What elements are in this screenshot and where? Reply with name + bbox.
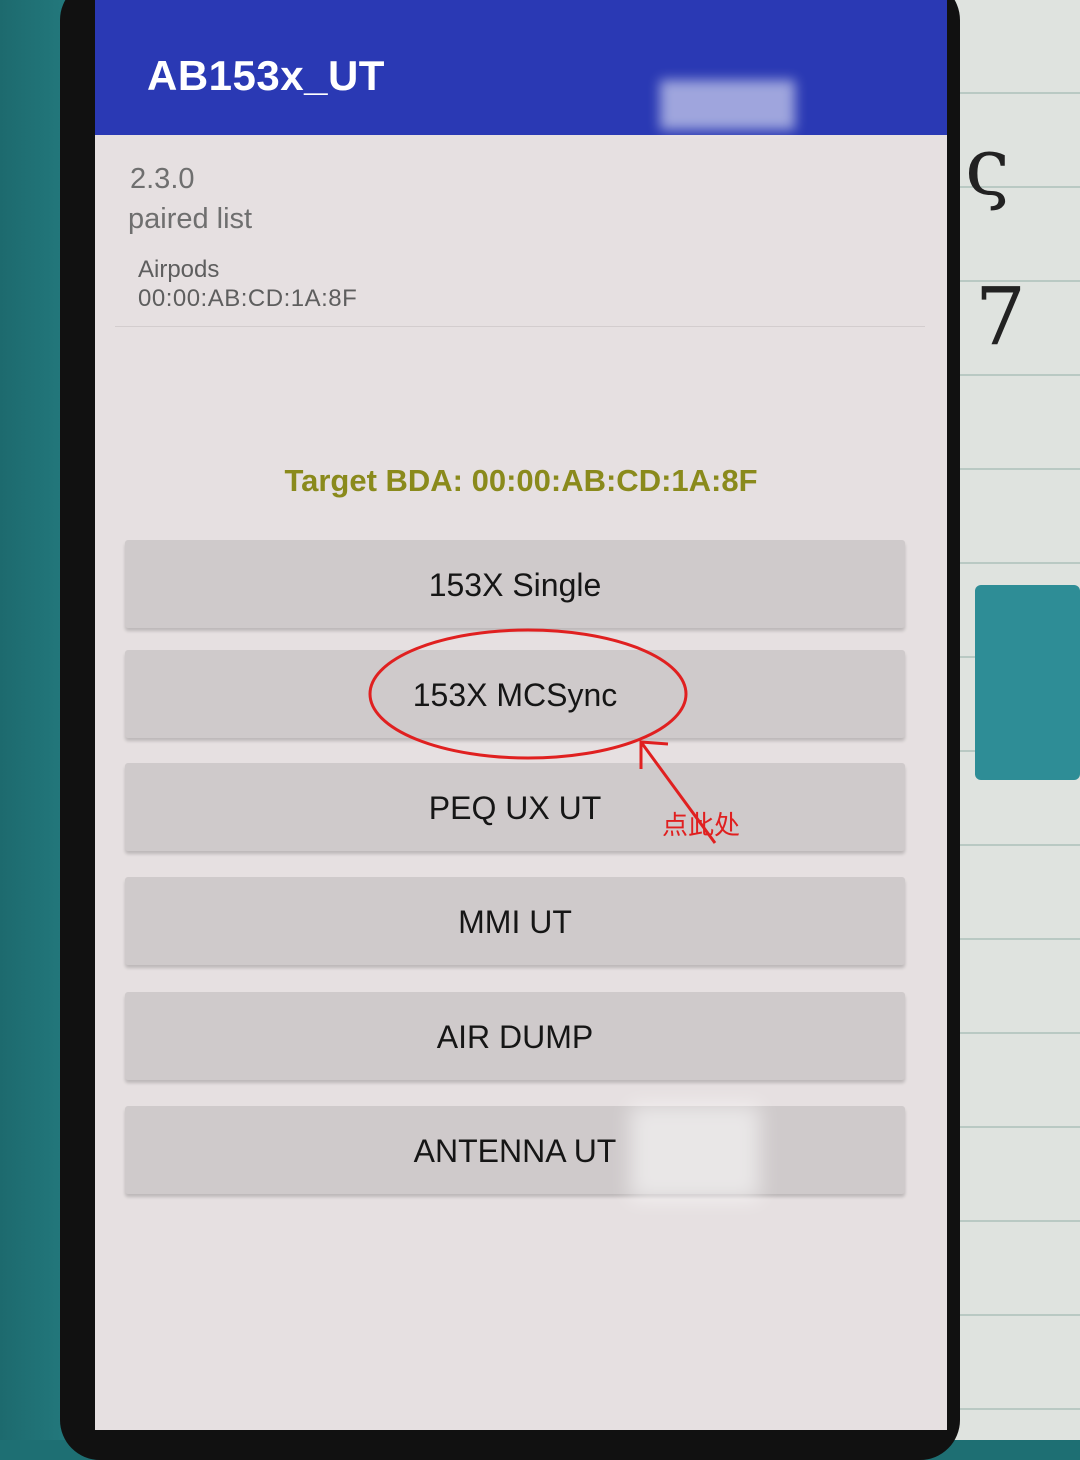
single-button[interactable]: 153X Single <box>125 540 905 628</box>
paired-device-name[interactable]: Airpods <box>138 256 219 284</box>
phone-screen: AB153x_UT 2.3.0 paired list Airpods 00:0… <box>95 0 947 1430</box>
app-version: 2.3.0 <box>130 163 195 195</box>
handwriting-mark: 7 <box>975 270 1026 363</box>
air-dump-button[interactable]: AIR DUMP <box>125 992 905 1080</box>
annotation-label: 点此处 <box>662 811 741 841</box>
screen-glare <box>630 1105 760 1200</box>
cloth <box>975 585 1080 780</box>
app-title: AB153x_UT <box>147 52 385 99</box>
antenna-ut-button[interactable]: ANTENNA UT <box>125 1106 905 1194</box>
app-bar: AB153x_UT <box>95 0 947 135</box>
peq-ux-ut-button[interactable]: PEQ UX UT <box>125 763 905 851</box>
paired-device-address[interactable]: 00:00:AB:CD:1A:8F <box>138 285 357 313</box>
mmi-ut-button[interactable]: MMI UT <box>125 877 905 965</box>
screen-glare <box>660 80 795 130</box>
divider <box>115 326 925 327</box>
handwriting-mark: ς <box>965 120 1010 213</box>
target-bda-label: Target BDA: 00:00:AB:CD:1A:8F <box>284 463 758 498</box>
mcsync-button[interactable]: 153X MCSync <box>125 650 905 738</box>
paired-list-label: paired list <box>128 203 253 235</box>
